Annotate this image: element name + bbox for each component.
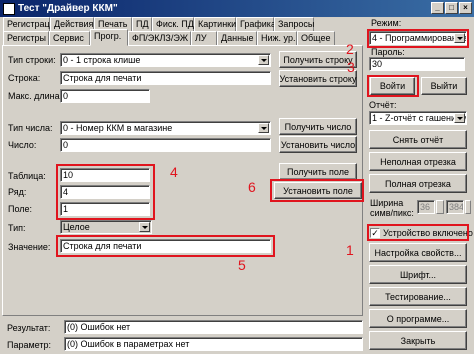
title-bar: Тест "Драйвер ККМ" _ □ × <box>0 0 474 17</box>
tab-fp-eklz[interactable]: ФП/ЭКЛЗ/ЭЖ <box>128 31 191 46</box>
number-type-label: Тип числа: <box>8 123 53 133</box>
max-length-input[interactable]: 0 <box>60 89 150 103</box>
table-label: Таблица: <box>8 171 46 181</box>
tab-low-level[interactable]: Ниж. ур. <box>257 31 297 46</box>
tab-pictures[interactable]: Картинки <box>194 17 236 32</box>
field-input[interactable]: 1 <box>60 202 150 216</box>
close-button[interactable]: Закрыть <box>369 331 467 350</box>
device-enabled-checkbox[interactable]: ✓ <box>370 228 380 238</box>
chevron-down-icon[interactable] <box>454 33 465 43</box>
font-button[interactable]: Шрифт... <box>369 265 467 284</box>
string-type-select[interactable]: 0 - 1 строка клише <box>60 53 271 67</box>
number-label: Число: <box>8 140 37 150</box>
tab-general[interactable]: Общее <box>297 31 335 46</box>
annotation-number-2: 2 <box>346 41 354 57</box>
tab-data[interactable]: Данные <box>217 31 257 46</box>
mode-label: Режим: <box>371 18 402 28</box>
string-input[interactable]: Строка для печати <box>60 71 271 85</box>
report-select[interactable]: 1 - Z-отчёт с гашением <box>369 111 467 125</box>
width-pixels-spin[interactable] <box>465 200 471 214</box>
partial-cut-button[interactable]: Неполная отрезка <box>369 152 467 171</box>
tab-programming[interactable]: Прогр. <box>90 29 128 46</box>
table-input[interactable]: 10 <box>60 168 150 182</box>
type-select[interactable]: Целое <box>60 220 152 234</box>
window-title: Тест "Драйвер ККМ" <box>18 3 118 14</box>
set-field-button[interactable]: Установить поле <box>274 182 362 199</box>
set-number-button[interactable]: Установить число <box>279 136 357 153</box>
row-input[interactable]: 4 <box>60 185 150 199</box>
type-value: Целое <box>63 222 90 232</box>
tab-lu[interactable]: ЛУ <box>191 31 217 46</box>
annotation-number-6: 6 <box>248 179 256 195</box>
chevron-down-icon[interactable] <box>258 55 269 65</box>
string-type-label: Тип строки: <box>8 55 56 65</box>
get-field-button[interactable]: Получить поле <box>279 163 357 180</box>
tab-fisc-pd[interactable]: Фиск. ПД <box>152 17 194 32</box>
annotation-number-1: 1 <box>346 242 354 258</box>
mode-value: 4 - Программирование <box>372 33 467 43</box>
string-type-value: 0 - 1 строка клише <box>63 55 141 65</box>
device-enabled-label[interactable]: Устройство включено <box>383 227 473 239</box>
password-input[interactable]: 30 <box>369 57 465 71</box>
field-label: Поле: <box>8 204 33 214</box>
login-button[interactable]: Войти <box>370 77 415 95</box>
take-report-button[interactable]: Снять отчёт <box>369 130 467 149</box>
app-icon <box>3 2 15 15</box>
result-label: Результат: <box>7 323 51 333</box>
annotation-number-5: 5 <box>238 257 246 273</box>
tab-registration[interactable]: Регистрация <box>3 17 60 32</box>
tab-queries[interactable]: Запросы <box>274 17 314 32</box>
result-field: (0) Ошибок нет <box>64 320 363 334</box>
close-icon[interactable]: × <box>459 2 472 14</box>
full-cut-button[interactable]: Полная отрезка <box>369 174 467 193</box>
testing-button[interactable]: Тестирование... <box>369 287 467 306</box>
annotation-number-4: 4 <box>170 164 178 180</box>
width-chars-input[interactable]: 36 <box>417 200 435 214</box>
mode-select[interactable]: 4 - Программирование <box>369 31 467 45</box>
number-type-value: 0 - Номер ККМ в магазине <box>63 123 173 133</box>
params-label: Параметр: <box>7 340 52 350</box>
max-length-label: Макс. длина: <box>8 91 63 101</box>
report-value: 1 - Z-отчёт с гашением <box>372 113 467 123</box>
number-type-select[interactable]: 0 - Номер ККМ в магазине <box>60 121 271 135</box>
about-button[interactable]: О программе... <box>369 309 467 328</box>
settings-button[interactable]: Настройка свойств... <box>369 243 467 262</box>
number-input[interactable]: 0 <box>60 138 271 152</box>
width-chars-spin[interactable] <box>436 200 444 214</box>
tab-graphics[interactable]: Графика <box>236 17 276 32</box>
report-label: Отчёт: <box>369 100 397 110</box>
params-field: (0) Ошибок в параметрах нет <box>64 337 363 351</box>
type-label: Тип: <box>8 223 26 233</box>
get-number-button[interactable]: Получить число <box>279 118 357 135</box>
tab-registers[interactable]: Регистры <box>3 31 49 46</box>
chevron-down-icon[interactable] <box>258 123 269 133</box>
maximize-icon[interactable]: □ <box>445 2 458 14</box>
value-label: Значение: <box>8 242 51 252</box>
set-string-button[interactable]: Установить строку <box>279 70 357 87</box>
chevron-down-icon[interactable] <box>454 113 465 123</box>
width-pixels-input[interactable]: 384 <box>446 200 464 214</box>
logout-button[interactable]: Выйти <box>421 77 467 95</box>
annotation-number-3: 3 <box>347 59 355 75</box>
width-label-2: симв/пикс: <box>370 208 414 218</box>
row-label: Ряд: <box>8 187 27 197</box>
value-input[interactable]: Строка для печати <box>60 239 271 253</box>
tab-actions[interactable]: Действия <box>50 17 94 32</box>
minimize-icon[interactable]: _ <box>431 2 444 14</box>
tab-service[interactable]: Сервис <box>49 31 90 46</box>
chevron-down-icon[interactable] <box>139 222 150 232</box>
string-label: Строка: <box>8 73 41 83</box>
tab-pd[interactable]: ПД <box>132 17 152 32</box>
